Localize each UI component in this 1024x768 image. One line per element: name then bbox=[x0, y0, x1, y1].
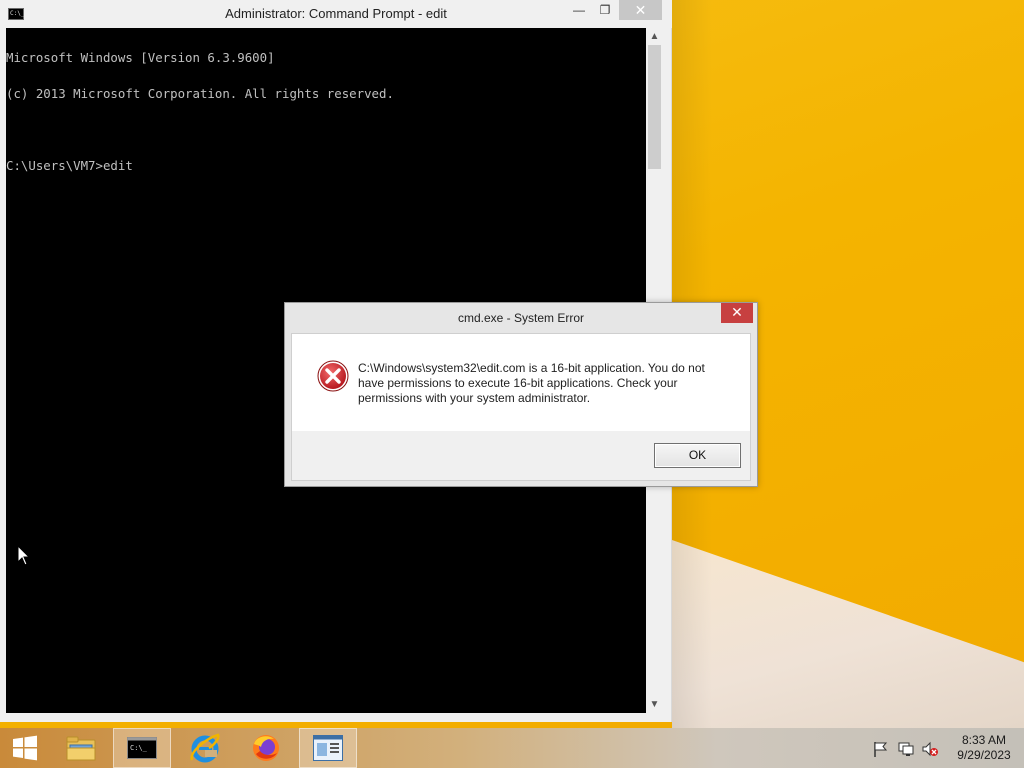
console-line: (c) 2013 Microsoft Corporation. All righ… bbox=[6, 86, 394, 101]
wallpaper-floor bbox=[672, 540, 1024, 728]
clock-time: 8:33 AM bbox=[961, 733, 1007, 747]
network-icon[interactable] bbox=[897, 740, 915, 758]
cmd-titlebar[interactable]: C:\_ Administrator: Command Prompt - edi… bbox=[0, 0, 672, 28]
clock-date: 9/29/2023 bbox=[957, 748, 1011, 762]
dialog-body: C:\Windows\system32\edit.com is a 16-bit… bbox=[291, 333, 751, 481]
document-app-icon bbox=[313, 735, 343, 761]
mouse-cursor-icon bbox=[17, 545, 31, 566]
system-error-dialog: cmd.exe - System Error ✕ C:\Windows\syst… bbox=[284, 302, 758, 487]
close-button[interactable]: ✕ bbox=[619, 0, 662, 20]
taskbar: C:\_ 8:33 AM 9/29/2023 bbox=[0, 728, 1024, 768]
taskbar-internet-explorer[interactable] bbox=[176, 728, 234, 768]
dialog-message-area: C:\Windows\system32\edit.com is a 16-bit… bbox=[292, 334, 750, 431]
folder-icon bbox=[66, 736, 96, 761]
taskbar-command-prompt[interactable]: C:\_ bbox=[113, 728, 171, 768]
cmd-icon: C:\_ bbox=[127, 737, 157, 759]
system-tray: 8:33 AM 9/29/2023 bbox=[860, 728, 1024, 768]
dialog-title: cmd.exe - System Error bbox=[457, 311, 585, 325]
console-line: C:\Users\VM7>edit bbox=[6, 158, 133, 173]
ok-button[interactable]: OK bbox=[654, 443, 741, 468]
scroll-down-arrow-icon[interactable]: ▼ bbox=[646, 696, 663, 713]
restore-button[interactable]: ❐ bbox=[592, 0, 618, 20]
taskbar-file-explorer[interactable] bbox=[52, 728, 110, 768]
dialog-close-button[interactable]: ✕ bbox=[721, 303, 753, 323]
volume-muted-icon[interactable] bbox=[921, 740, 939, 758]
console-line: Microsoft Windows [Version 6.3.9600] bbox=[6, 50, 275, 65]
taskbar-document-app[interactable] bbox=[299, 728, 357, 768]
windows-logo-icon bbox=[13, 735, 37, 761]
ie-icon bbox=[190, 733, 220, 763]
action-center-flag-icon[interactable] bbox=[872, 740, 890, 758]
minimize-button[interactable]: — bbox=[566, 0, 592, 20]
svg-text:C:\_: C:\_ bbox=[130, 744, 148, 752]
error-icon bbox=[317, 360, 349, 392]
firefox-icon bbox=[253, 735, 279, 761]
dialog-message: C:\Windows\system32\edit.com is a 16-bit… bbox=[358, 361, 705, 405]
scroll-thumb[interactable] bbox=[648, 45, 661, 169]
start-button[interactable] bbox=[0, 728, 50, 768]
clock[interactable]: 8:33 AM 9/29/2023 bbox=[948, 733, 1020, 763]
taskbar-firefox[interactable] bbox=[237, 728, 295, 768]
scroll-up-arrow-icon[interactable]: ▲ bbox=[646, 28, 663, 45]
